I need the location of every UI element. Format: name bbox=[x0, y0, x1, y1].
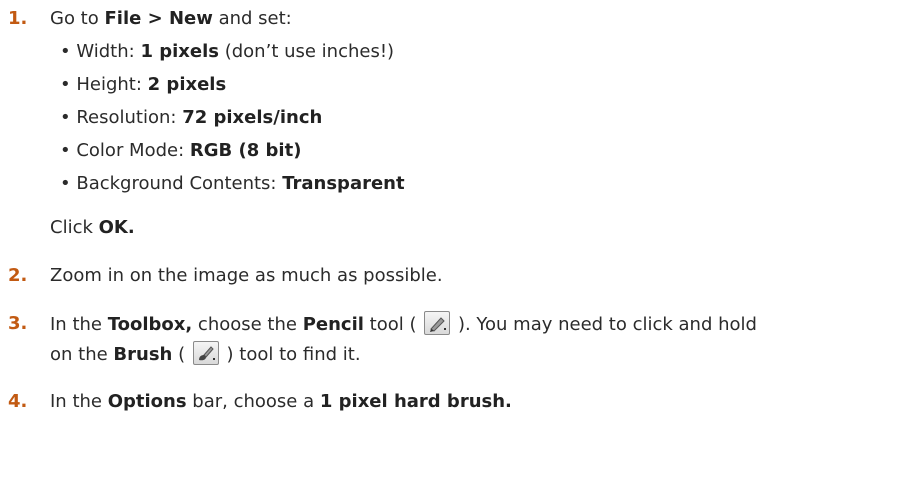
text: Go to bbox=[50, 8, 105, 29]
step-number: 1. bbox=[8, 8, 28, 29]
step-text: Go to File > New and set: bbox=[50, 6, 880, 32]
step-text: In the Toolbox, choose the Pencil tool (… bbox=[50, 311, 880, 338]
brush-icon bbox=[192, 341, 219, 365]
setting-color-mode: • Color Mode: RGB (8 bit) bbox=[60, 140, 302, 161]
click-ok-line: Click OK. bbox=[50, 217, 135, 238]
pencil-icon bbox=[424, 311, 451, 335]
step-text: Zoom in on the image as much as possible… bbox=[50, 265, 443, 286]
step-text: In the Options bar, choose a 1 pixel har… bbox=[50, 391, 512, 412]
step-number: 3. bbox=[8, 313, 28, 334]
menu-path: File > New bbox=[104, 8, 213, 29]
text: and set: bbox=[212, 8, 292, 29]
setting-height: • Height: 2 pixels bbox=[60, 74, 227, 95]
step-3-line-2: on the Brush ( ) tool to find it. bbox=[50, 341, 361, 368]
setting-background: • Background Contents: Transparent bbox=[60, 173, 405, 194]
setting-resolution: • Resolution: 72 pixels/inch bbox=[60, 107, 323, 128]
setting-width: • Width: 1 pixels (don’t use inches!) bbox=[60, 41, 395, 62]
ok-label: OK. bbox=[98, 217, 135, 238]
step-number: 4. bbox=[8, 391, 28, 412]
step-number: 2. bbox=[8, 265, 28, 286]
